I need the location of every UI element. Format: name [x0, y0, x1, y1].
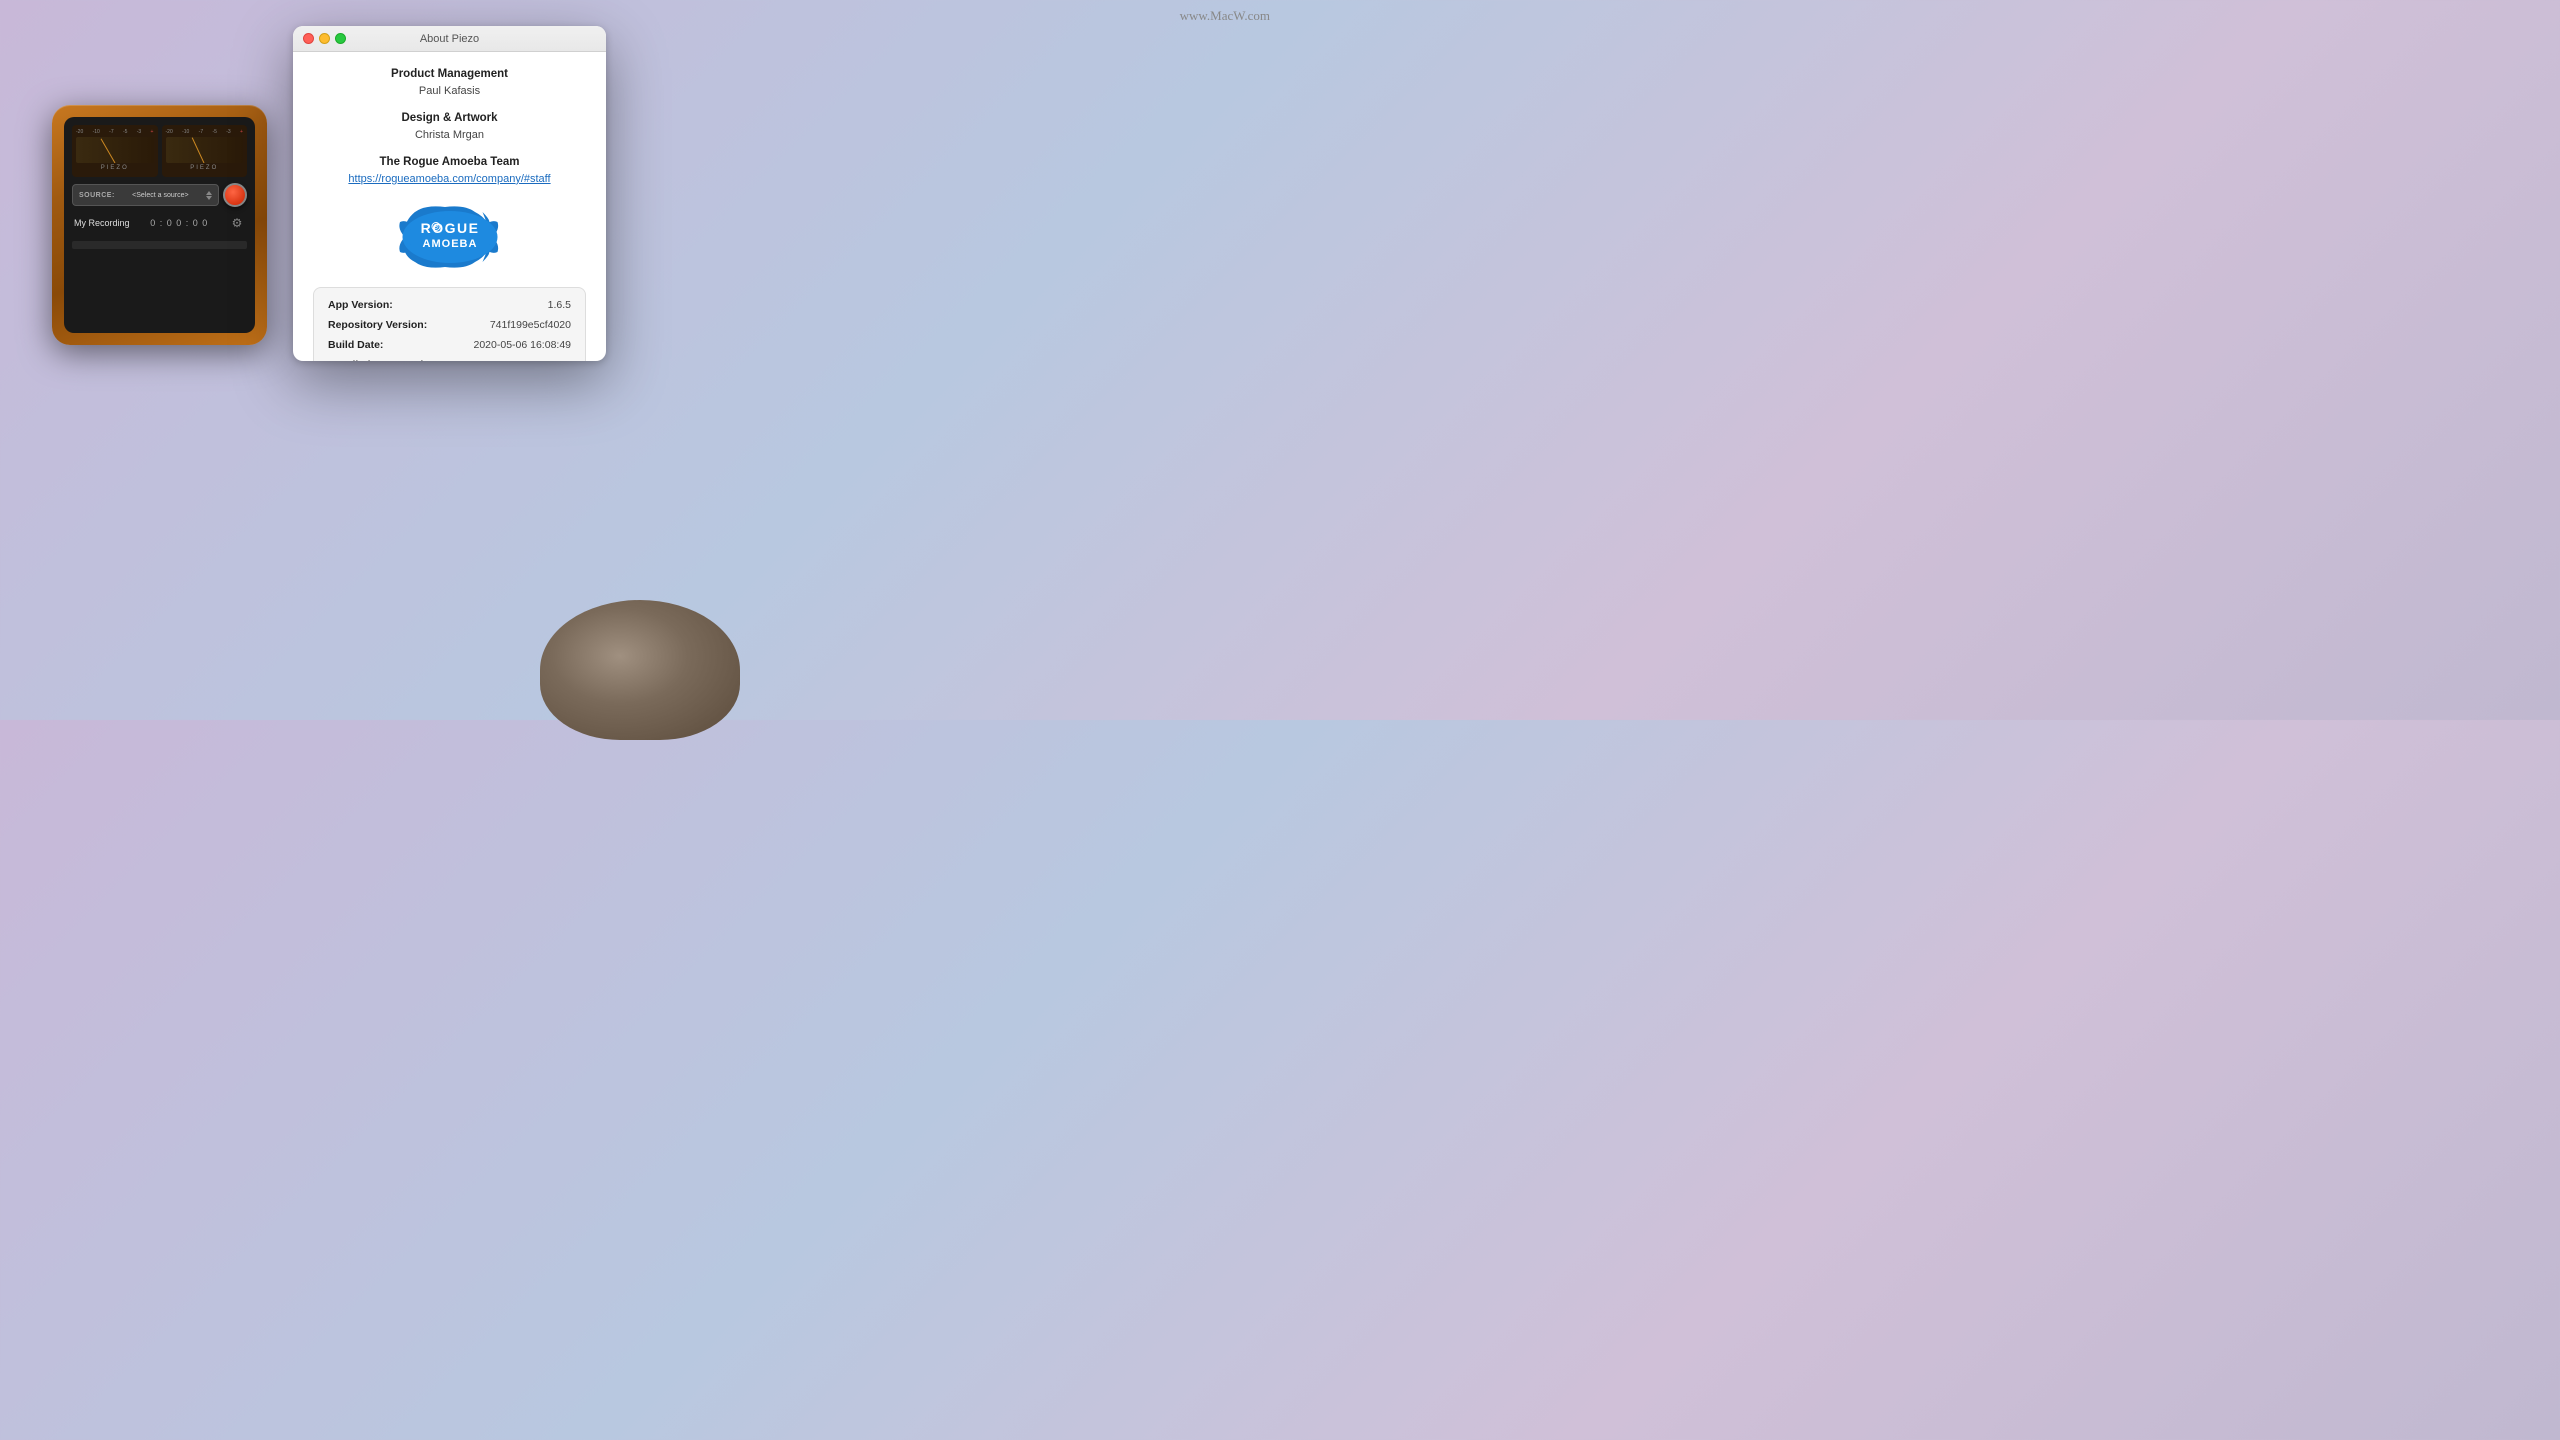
product-management-title: Product Management: [313, 66, 586, 83]
source-row: SOURCE: <Select a source>: [72, 183, 247, 207]
record-button[interactable]: [223, 183, 247, 207]
settings-button[interactable]: ⚙: [229, 215, 245, 231]
watermark: www.MacW.com: [1180, 8, 1270, 24]
vu-label-left: PIEZO: [76, 165, 154, 171]
vu-needle-right: [192, 137, 205, 163]
svg-text:ROGUE: ROGUE: [420, 220, 479, 236]
recording-timer: 0 : 0 0 : 0 0: [150, 218, 208, 228]
source-arrows-icon: [206, 191, 212, 200]
design-value: Christa Mrgan: [313, 127, 586, 144]
vu-meter-left: -20 -10 -7 -5 -3 + PIEZO: [72, 125, 158, 177]
about-window: About Piezo Product Management Paul Kafa…: [293, 26, 606, 361]
version-box: App Version: 1.6.5 Repository Version: 7…: [313, 287, 586, 361]
traffic-lights: [303, 33, 346, 44]
chevron-down-icon: [206, 196, 212, 200]
repo-version-row: Repository Version: 741f199e5cf4020: [328, 318, 571, 334]
chevron-up-icon: [206, 191, 212, 195]
vu-meters: -20 -10 -7 -5 -3 + PIEZO -20 -10 -7: [72, 125, 247, 177]
product-management-value: Paul Kafasis: [313, 83, 586, 100]
window-content: Product Management Paul Kafasis Design &…: [293, 52, 606, 361]
close-button[interactable]: [303, 33, 314, 44]
team-section: The Rogue Amoeba Team https://rogueamoeb…: [313, 154, 586, 188]
design-title: Design & Artwork: [313, 110, 586, 127]
zoom-button[interactable]: [335, 33, 346, 44]
app-version-label: App Version:: [328, 298, 393, 314]
product-management-section: Product Management Paul Kafasis: [313, 66, 586, 100]
window-title: About Piezo: [420, 33, 479, 45]
recording-name: My Recording: [74, 218, 130, 228]
piezo-widget: -20 -10 -7 -5 -3 + PIEZO -20 -10 -7: [52, 105, 267, 345]
rogue-amoeba-logo: ROGUE AMOEBA: [395, 201, 505, 273]
window-titlebar: About Piezo: [293, 26, 606, 52]
rock-decoration: [540, 600, 740, 740]
vu-needle-left: [100, 139, 115, 163]
app-version-row: App Version: 1.6.5: [328, 298, 571, 314]
minimize-button[interactable]: [319, 33, 330, 44]
build-date-label: Build Date:: [328, 338, 383, 354]
source-select[interactable]: SOURCE: <Select a source>: [72, 184, 219, 206]
build-date-value: 2020-05-06 16:08:49: [474, 338, 572, 354]
svg-text:AMOEBA: AMOEBA: [422, 238, 477, 250]
team-link[interactable]: https://rogueamoeba.com/company/#staff: [348, 173, 550, 185]
vu-meter-right: -20 -10 -7 -5 -3 + PIEZO: [162, 125, 248, 177]
repo-version-value: 741f199e5cf4020: [490, 318, 571, 334]
recording-row: My Recording 0 : 0 0 : 0 0 ⚙: [72, 213, 247, 233]
build-date-row: Build Date: 2020-05-06 16:08:49: [328, 338, 571, 354]
app-version-value: 1.6.5: [548, 298, 571, 314]
source-label: SOURCE:: [79, 192, 115, 199]
level-bar: [72, 241, 247, 249]
ace-version-value: 11.1.4: [543, 358, 571, 362]
team-title: The Rogue Amoeba Team: [313, 154, 586, 171]
ace-version-row: Installed ACE Version: 11.1.4: [328, 358, 571, 362]
vu-label-right: PIEZO: [166, 165, 244, 171]
ace-version-label: Installed ACE Version:: [328, 358, 440, 362]
source-value: <Select a source>: [132, 192, 188, 199]
design-section: Design & Artwork Christa Mrgan: [313, 110, 586, 144]
repo-version-label: Repository Version:: [328, 318, 427, 334]
